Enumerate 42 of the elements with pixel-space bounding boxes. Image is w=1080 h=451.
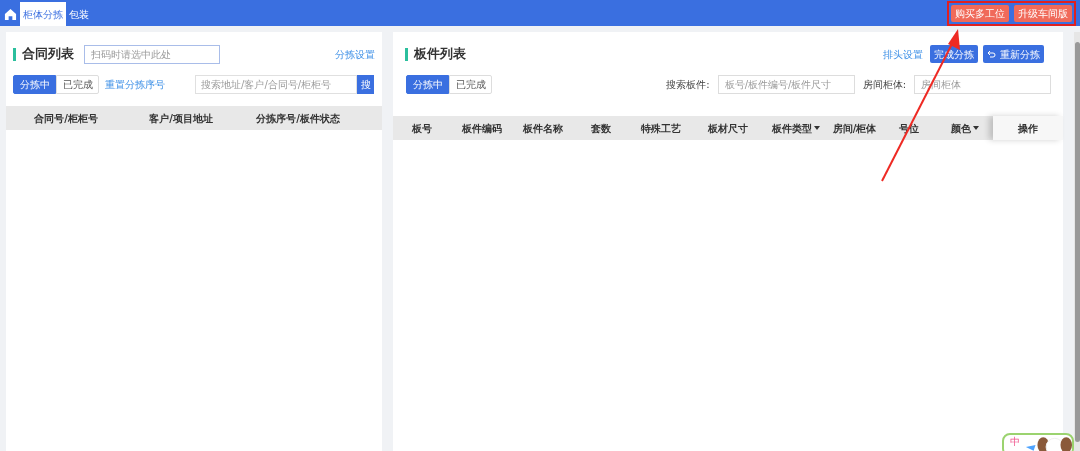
column-header: 操作 <box>1018 121 1039 136</box>
column-header: 合同号/柜柜号 <box>33 111 99 126</box>
column-header: 特殊工艺 <box>640 121 681 136</box>
upgrade-button[interactable]: 购买多工位 <box>951 4 1009 22</box>
caret-icon[interactable] <box>814 126 821 130</box>
column-header: 板件名称 <box>523 121 564 136</box>
restart-sort-button[interactable]: 重新分拣 <box>983 45 1045 63</box>
column-header: 板件编码 <box>462 121 503 136</box>
panel-title: 合同列表 <box>22 45 74 64</box>
search-field[interactable]: 搜索地址/客户/合同号/柜柜号 <box>195 75 358 94</box>
header-settings-link[interactable]: 排头设置 <box>883 46 924 62</box>
settings-link[interactable]: 分拣设置 <box>335 46 376 62</box>
ime-widget[interactable]: 中 <box>1002 433 1074 451</box>
title-marker <box>13 47 16 61</box>
field-label: 房间柜体: <box>862 78 907 92</box>
search-field[interactable]: 板号/板件编号/板件尺寸 <box>717 75 855 94</box>
search-button[interactable]: 搜 <box>357 75 375 94</box>
column-header: 套数 <box>591 121 612 136</box>
caret-icon[interactable] <box>973 126 980 130</box>
column-header: 分拣序号/板件状态 <box>255 111 341 126</box>
panel-title: 板件列表 <box>414 45 467 64</box>
column-header: 板材尺寸 <box>708 121 749 136</box>
filter-tab[interactable]: 已完成 <box>449 75 493 94</box>
column-header: 房间/柜体 <box>832 121 877 136</box>
reset-link[interactable]: 重置分拣序号 <box>105 77 165 92</box>
input-mode-label: 中 <box>1010 437 1020 447</box>
column-header[interactable]: 板件类型 <box>772 120 821 136</box>
undo-icon <box>987 50 997 58</box>
column-header[interactable]: 颜色 <box>951 120 980 136</box>
column-header: 板号 <box>412 121 433 136</box>
tab[interactable]: 柜体分拣 <box>20 2 66 26</box>
title-marker <box>405 47 409 61</box>
scrollbar[interactable] <box>1074 32 1080 451</box>
filter-tab[interactable]: 分拣中 <box>406 75 450 94</box>
filter-tab[interactable]: 已完成 <box>56 75 99 94</box>
column-header: 客户/项目地址 <box>148 111 214 126</box>
home-icon[interactable] <box>4 8 17 21</box>
field-label: 搜索板件: <box>666 78 710 92</box>
scan-field[interactable]: 扫码时请选中此处 <box>84 44 220 64</box>
filter-tab[interactable]: 分拣中 <box>13 75 56 94</box>
upgrade-button[interactable]: 升级车间版 <box>1014 4 1072 22</box>
tab[interactable]: 包装 <box>66 2 92 26</box>
